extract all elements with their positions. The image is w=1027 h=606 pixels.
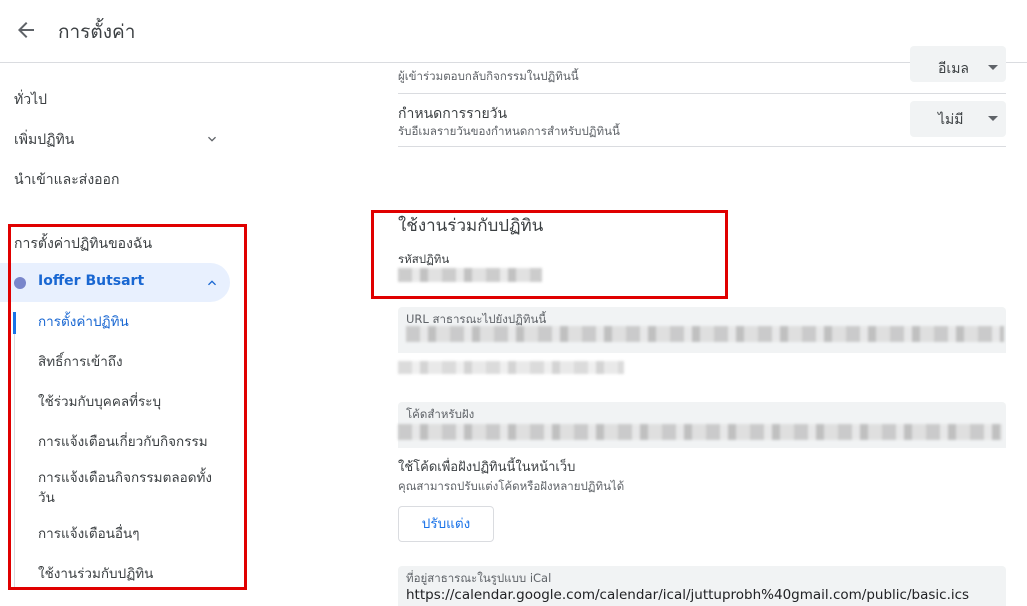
daily-agenda-select[interactable]: ไม่มี — [910, 101, 1006, 137]
sidebar-item-general[interactable]: ทั่วไป — [14, 89, 47, 111]
dropdown-arrow-icon — [988, 65, 998, 70]
rsvp-subtitle: ผู้เข้าร่วมตอบกลับกิจกรรมในปฏิทินนี้ — [398, 69, 579, 83]
customize-button[interactable]: ปรับแต่ง — [398, 506, 494, 542]
back-arrow-icon[interactable] — [14, 18, 38, 42]
sidebar-item-import-export[interactable]: นำเข้าและส่งออก — [14, 169, 119, 191]
sidebar-item-add-calendar[interactable]: เพิ่มปฏิทิน — [14, 129, 74, 151]
daily-agenda-subtitle: รับอีเมลรายวันของกำหนดการสำหรับปฏิทินนี้ — [398, 124, 620, 138]
submenu-rail — [14, 312, 15, 590]
calendar-id-value-blurred[interactable] — [398, 268, 542, 282]
subitem-access-permissions[interactable]: สิทธิ์การเข้าถึง — [38, 352, 228, 372]
public-url-help-blurred — [398, 361, 624, 374]
ical-address-field[interactable]: ที่อยู่สาธารณะในรูปแบบ iCal https://cale… — [398, 566, 1006, 606]
chevron-down-icon[interactable] — [204, 131, 220, 147]
embed-code-label: โค้ดสำหรับฝัง — [406, 407, 475, 421]
subitem-share-specific[interactable]: ใช้ร่วมกับบุคคลที่ระบุ — [38, 392, 228, 412]
active-indicator — [13, 312, 16, 334]
calendar-entry[interactable]: Ioffer Butsart — [0, 263, 230, 302]
subitem-event-notifications[interactable]: การแจ้งเตือนเกี่ยวกับกิจกรรม — [38, 432, 228, 452]
integrate-heading: ใช้งานร่วมกับปฏิทิน — [398, 216, 544, 236]
ical-address-label: ที่อยู่สาธารณะในรูปแบบ iCal — [406, 571, 552, 585]
subitem-calendar-settings[interactable]: การตั้งค่าปฏิทิน — [38, 312, 228, 332]
divider — [398, 93, 1006, 94]
my-calendars-title: การตั้งค่าปฏิทินของฉัน — [14, 236, 153, 252]
embed-code-value-blurred[interactable] — [398, 424, 1002, 440]
daily-agenda-select-value: ไม่มี — [938, 112, 964, 128]
divider — [398, 146, 1006, 147]
subitem-allday-notifications[interactable]: การแจ้งเตือนกิจกรรมตลอดทั้งวัน — [38, 468, 218, 508]
calendar-color-dot — [14, 277, 26, 289]
calendar-name: Ioffer Butsart — [38, 273, 145, 289]
dropdown-arrow-icon — [988, 116, 998, 121]
calendar-id-label: รหัสปฏิทิน — [398, 252, 450, 266]
subitem-other-notifications[interactable]: การแจ้งเตือนอื่นๆ — [38, 524, 228, 544]
subitem-integrate-calendar[interactable]: ใช้งานร่วมกับปฏิทิน — [38, 564, 228, 584]
embed-help-subtext: คุณสามารถปรับแต่งโค้ดหรือฝังหลายปฏิทินได… — [398, 479, 625, 493]
app-header: การตั้งค่า — [0, 0, 1027, 63]
public-url-value-blurred[interactable] — [406, 326, 1004, 342]
daily-agenda-title: กำหนดการรายวัน — [398, 106, 508, 122]
embed-help-text: ใช้โค้ดเพื่อฝังปฏิทินนี้ในหน้าเว็บ — [398, 460, 576, 475]
ical-address-value: https://calendar.google.com/calendar/ica… — [406, 587, 970, 603]
rsvp-select-value: อีเมล — [938, 61, 970, 77]
chevron-up-icon[interactable] — [204, 275, 220, 291]
page-title: การตั้งค่า — [58, 21, 136, 43]
rsvp-select[interactable]: อีเมล — [910, 46, 1006, 82]
